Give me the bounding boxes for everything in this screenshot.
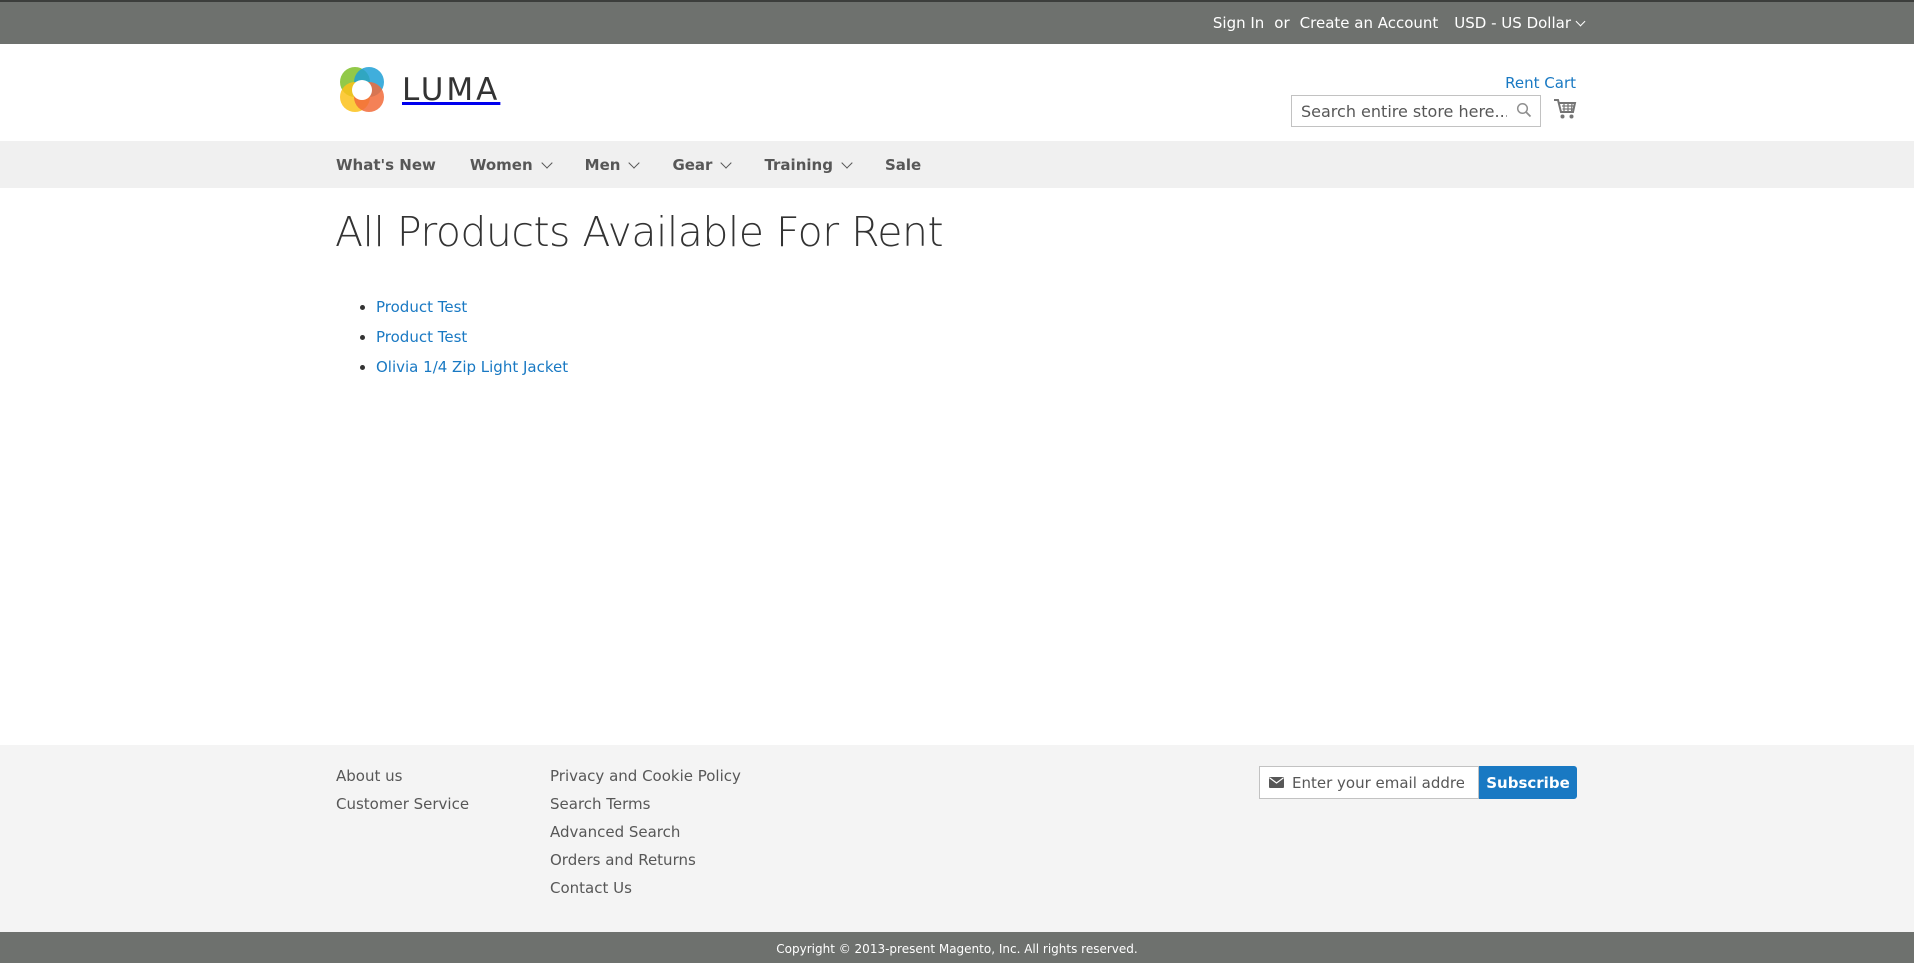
logo-text: LUMA: [402, 72, 501, 108]
list-item: Advanced Search: [550, 821, 741, 849]
header-links: Sign In or Create an Account USD - US Do…: [1213, 2, 1586, 44]
nav-item-sale[interactable]: Sale: [885, 156, 921, 174]
nav-list: What's New Women Men Gear Training Sale: [336, 141, 955, 188]
rent-cart-link[interactable]: Rent Cart: [1505, 74, 1576, 92]
footer-links-col-2: Privacy and Cookie Policy Search Terms A…: [550, 765, 741, 905]
chevron-down-icon: [720, 156, 733, 169]
nav-item-label: Women: [469, 155, 533, 174]
subscribe-button[interactable]: Subscribe: [1479, 766, 1577, 799]
or-text: or: [1274, 14, 1290, 32]
chevron-down-icon: [841, 156, 853, 169]
list-item: Privacy and Cookie Policy: [550, 765, 741, 793]
list-item: Contact Us: [550, 877, 741, 905]
search-input[interactable]: [1292, 97, 1507, 125]
sign-in-link[interactable]: Sign In: [1213, 14, 1264, 32]
footer-link-orders-returns[interactable]: Orders and Returns: [550, 851, 696, 869]
nav-item-whats-new[interactable]: What's New: [336, 156, 436, 174]
list-item: Product Test: [376, 296, 568, 326]
copyright-bar: Copyright © 2013-present Magento, Inc. A…: [0, 932, 1914, 963]
footer-link-about-us[interactable]: About us: [336, 767, 402, 785]
currency-label: USD - US Dollar: [1454, 14, 1571, 32]
nav-item-men[interactable]: Men: [584, 155, 641, 174]
list-item: About us: [336, 765, 469, 793]
currency-switcher[interactable]: USD - US Dollar: [1454, 14, 1586, 32]
cart-icon[interactable]: [1553, 98, 1577, 124]
newsletter-email-input[interactable]: [1284, 768, 1464, 797]
chevron-down-icon: [1575, 16, 1586, 26]
product-list: Product Test Product Test Olivia 1/4 Zip…: [376, 296, 568, 386]
footer-link-advanced-search[interactable]: Advanced Search: [550, 823, 680, 841]
list-item: Olivia 1/4 Zip Light Jacket: [376, 356, 568, 386]
list-item: Customer Service: [336, 793, 469, 821]
nav-item-label: Men: [584, 155, 621, 174]
copyright-text: Copyright © 2013-present Magento, Inc. A…: [776, 942, 1138, 956]
main-navigation: What's New Women Men Gear Training Sale: [0, 141, 1914, 188]
nav-item-label: What's New: [336, 155, 436, 174]
nav-item-gear[interactable]: Gear: [672, 155, 733, 174]
list-item: Product Test: [376, 326, 568, 356]
luma-logo-icon: [340, 67, 384, 112]
product-link[interactable]: Product Test: [376, 298, 467, 316]
page-title: All Products Available For Rent: [335, 208, 944, 256]
page-footer: About us Customer Service Privacy and Co…: [0, 745, 1914, 932]
newsletter-form: Subscribe: [1259, 766, 1577, 799]
footer-link-customer-service[interactable]: Customer Service: [336, 795, 469, 813]
chevron-down-icon: [540, 156, 553, 169]
nav-item-label: Gear: [672, 155, 713, 174]
page-header: LUMA Rent Cart: [0, 44, 1914, 141]
nav-item-women[interactable]: Women: [469, 155, 553, 174]
nav-item-label: Training: [764, 155, 833, 174]
search-icon[interactable]: [1516, 102, 1532, 122]
list-item: Search Terms: [550, 793, 741, 821]
product-link[interactable]: Product Test: [376, 328, 467, 346]
footer-links-col-1: About us Customer Service: [336, 765, 469, 821]
product-link[interactable]: Olivia 1/4 Zip Light Jacket: [376, 358, 568, 376]
footer-link-privacy[interactable]: Privacy and Cookie Policy: [550, 767, 741, 785]
footer-link-search-terms[interactable]: Search Terms: [550, 795, 650, 813]
chevron-down-icon: [628, 156, 641, 169]
nav-item-label: Sale: [884, 155, 922, 174]
nav-item-training[interactable]: Training: [764, 155, 853, 174]
list-item: Orders and Returns: [550, 849, 741, 877]
top-panel: Sign In or Create an Account USD - US Do…: [0, 0, 1914, 44]
footer-link-contact-us[interactable]: Contact Us: [550, 879, 632, 897]
newsletter-field: [1259, 766, 1479, 799]
mail-icon: [1269, 773, 1284, 792]
create-account-link[interactable]: Create an Account: [1300, 14, 1439, 32]
search-box: [1291, 95, 1541, 127]
store-logo[interactable]: LUMA: [336, 64, 500, 116]
